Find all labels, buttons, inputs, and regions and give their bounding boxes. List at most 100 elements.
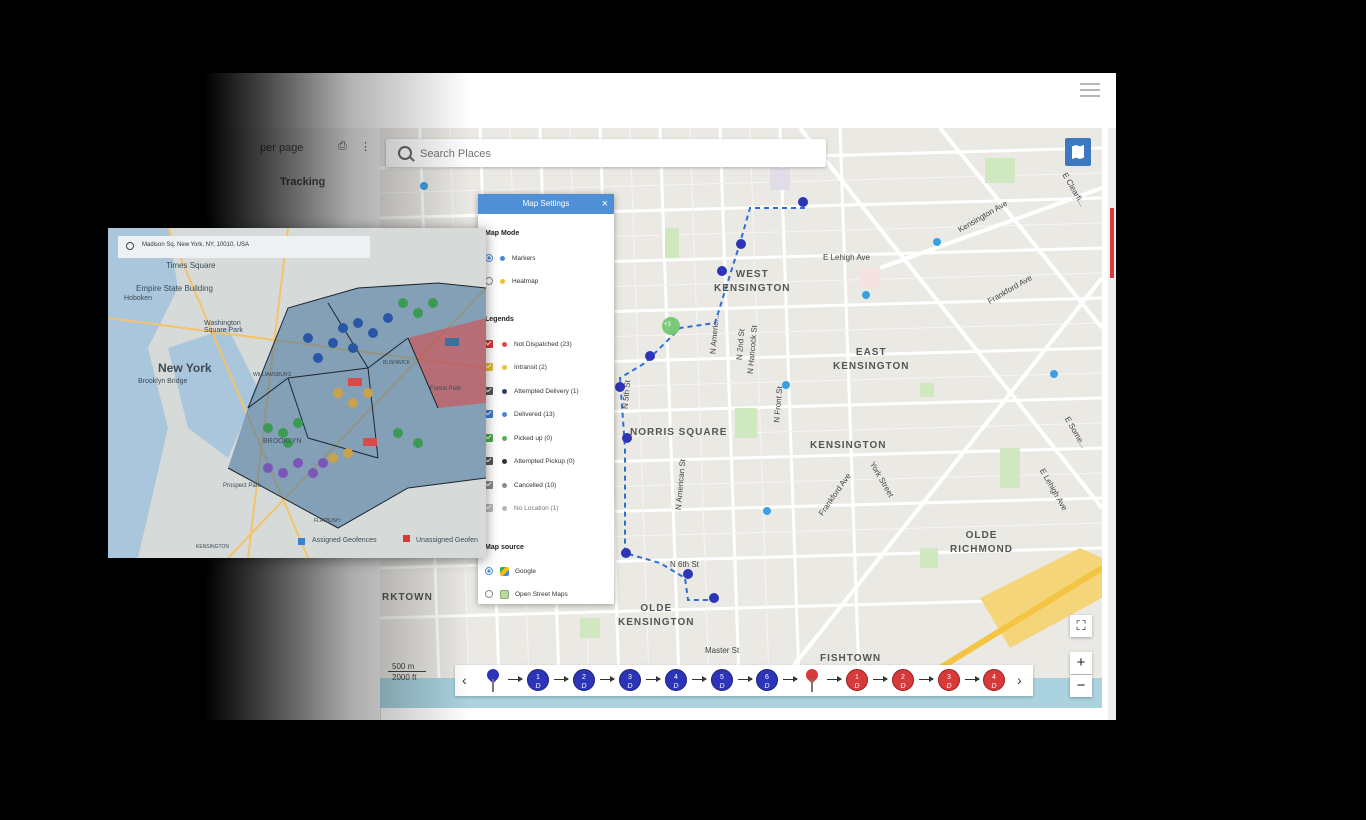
stop-num: 1 [536, 674, 540, 681]
overlay-search-bar[interactable]: Madison Sq. New York, NY, 10010, USA [118, 236, 370, 258]
route-stop[interactable]: 5D [711, 669, 733, 691]
status-dot [502, 341, 507, 347]
mode-heatmap[interactable]: Heatmap [485, 274, 538, 288]
checkbox[interactable] [485, 363, 493, 371]
cluster-count: +3 [664, 322, 671, 328]
stop-num: 2 [582, 674, 586, 681]
delivery-marker[interactable] [622, 433, 632, 443]
route-next-button[interactable]: › [1017, 672, 1022, 688]
legend-label: Not Dispatched (23) [514, 340, 572, 348]
checkbox[interactable] [485, 434, 493, 442]
delivery-marker[interactable] [621, 548, 631, 558]
pin-stick [811, 679, 813, 692]
route-stop[interactable]: 3D [619, 669, 641, 691]
route-stop[interactable]: 6D [756, 669, 778, 691]
legend-not-dispatched[interactable]: Not Dispatched (23) [485, 337, 572, 351]
legend-delivered[interactable]: Delivered (13) [485, 407, 555, 421]
status-dot [502, 435, 507, 441]
stop-type: D [627, 683, 633, 690]
transit-marker[interactable] [862, 291, 870, 299]
radio-osm[interactable] [485, 590, 493, 598]
legend-no-location[interactable]: No Location (1) [485, 501, 558, 515]
label-williamsburg: WILLIAMSBURG [253, 372, 292, 378]
legend-intransit[interactable]: Intransit (2) [485, 360, 547, 374]
overlay-search-text: Madison Sq. New York, NY, 10010, USA [142, 242, 249, 248]
delivery-marker[interactable] [615, 382, 625, 392]
label-hoboken: Hoboken [124, 295, 153, 302]
route-arrow [554, 676, 569, 682]
mode-label: Markers [512, 254, 536, 262]
legend-label: Attempted Pickup (0) [514, 457, 575, 465]
radio-markers[interactable] [485, 254, 493, 262]
transit-marker[interactable] [763, 507, 771, 515]
panel-header: Map Settings × [478, 194, 614, 214]
source-label: Open Street Maps [515, 590, 568, 598]
search-icon [398, 146, 412, 160]
route-arrow [600, 676, 615, 682]
checkbox[interactable] [485, 340, 493, 348]
stop-num: 3 [628, 674, 632, 681]
geofence-map [108, 228, 486, 558]
stop-type: D [719, 683, 725, 690]
route-arrow [646, 676, 661, 682]
legend-cancelled[interactable]: Cancelled (10) [485, 478, 556, 492]
route-stop[interactable]: 4D [983, 669, 1005, 691]
legend-attempted-pickup[interactable]: Attempted Pickup (0) [485, 454, 575, 468]
legend-picked-up[interactable]: Picked up (0) [485, 431, 552, 445]
route-stop[interactable]: 1D [846, 669, 868, 691]
legend-label: Intransit (2) [514, 363, 547, 371]
stop-type: D [764, 683, 770, 690]
checkbox[interactable] [485, 410, 493, 418]
transit-marker[interactable] [933, 238, 941, 246]
transit-marker[interactable] [1050, 370, 1058, 378]
radio-heatmap[interactable] [485, 277, 493, 285]
mode-markers[interactable]: Markers [485, 251, 535, 265]
source-google[interactable]: Google [485, 564, 536, 578]
checkbox[interactable] [485, 457, 493, 465]
zoom-out-button[interactable]: − [1070, 675, 1092, 697]
transit-marker[interactable] [782, 381, 790, 389]
route-arrow [919, 676, 934, 682]
stop-type: D [946, 683, 952, 690]
checkbox[interactable] [485, 504, 493, 512]
route-stop[interactable]: 2D [892, 669, 914, 691]
label-bushwick: BUSHWICK [383, 360, 410, 366]
close-icon[interactable]: × [602, 194, 608, 214]
route-arrow [738, 676, 753, 682]
delivery-marker[interactable] [683, 569, 693, 579]
fullscreen-button[interactable]: ⛶ [1070, 615, 1092, 637]
route-arrow [508, 676, 523, 682]
delivery-marker[interactable] [798, 197, 808, 207]
scale-metric: 500 m [388, 662, 426, 672]
delivery-marker[interactable] [736, 239, 746, 249]
checkbox[interactable] [485, 387, 493, 395]
source-label: Google [515, 567, 536, 575]
route-prev-button[interactable]: ‹ [462, 672, 467, 688]
search-bar[interactable] [386, 139, 826, 167]
map-scale: 500 m 2000 ft [388, 662, 426, 682]
radio-google[interactable] [485, 567, 493, 575]
route-stop[interactable]: 3D [938, 669, 960, 691]
map-layers-button[interactable] [1065, 138, 1091, 166]
source-osm[interactable]: Open Street Maps [485, 587, 568, 601]
transit-marker[interactable] [420, 182, 428, 190]
route-stop[interactable]: 2D [573, 669, 595, 691]
stop-type: D [900, 683, 906, 690]
delivery-marker[interactable] [709, 593, 719, 603]
stop-num: 4 [992, 674, 996, 681]
route-stop[interactable]: 1D [527, 669, 549, 691]
stop-type: D [581, 683, 587, 690]
markers-icon [500, 255, 505, 261]
delivery-marker[interactable] [645, 351, 655, 361]
stop-type: D [673, 683, 679, 690]
legend-label: No Location (1) [514, 504, 559, 512]
legend-assigned: Assigned Geofences [312, 537, 377, 544]
label-brooklyn-bridge: Brooklyn Bridge [138, 378, 188, 385]
route-stop[interactable]: 4D [665, 669, 687, 691]
zoom-in-button[interactable]: + [1070, 652, 1092, 674]
delivery-marker[interactable] [717, 266, 727, 276]
checkbox[interactable] [485, 481, 493, 489]
search-input[interactable] [418, 143, 812, 165]
legend-attempted-delivery[interactable]: Attempted Delivery (1) [485, 384, 579, 398]
legend-label: Delivered (13) [514, 410, 555, 418]
